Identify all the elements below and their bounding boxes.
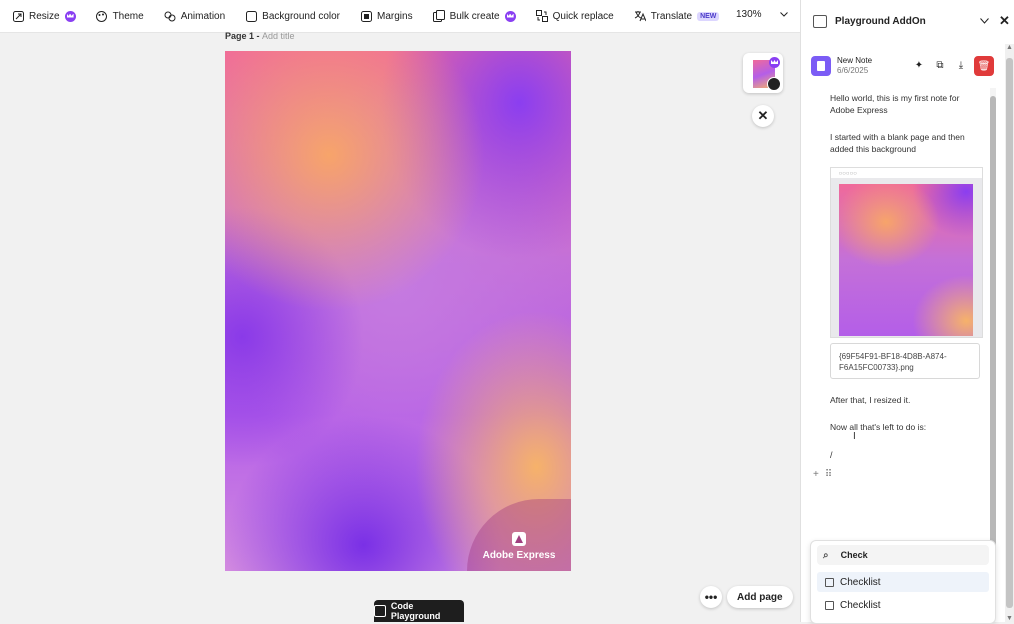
zoom-dropdown[interactable]: 130% [736,9,788,20]
panel-scrollbar[interactable]: ▲ ▼ [1005,44,1014,622]
block-controls: + ⠿ [813,469,832,480]
sparkle-icon[interactable]: ✦ [910,56,928,74]
theme-button[interactable]: Theme [96,10,144,22]
page-number: Page 1 - [225,31,263,41]
slash-command-popup: ⌕ Check Checklist Checklist [810,540,996,624]
quick-replace-button[interactable]: Quick replace [535,10,614,22]
note-paragraph[interactable]: After that, I resized it. [830,395,910,405]
command-search-input[interactable]: ⌕ Check [817,545,989,565]
bulk-create-label: Bulk create [449,10,500,22]
note-title[interactable]: New Note [837,56,872,66]
search-icon: ⌕ [823,549,829,561]
close-icon[interactable]: ✕ [752,105,774,127]
note-scrollbar-thumb[interactable] [990,96,996,566]
code-playground-label: Code Playground [390,601,441,621]
bulk-create-icon [432,10,445,22]
note-date: 6/6/2025 [837,66,869,75]
quick-replace-icon [535,10,548,22]
panel-title: Playground AddOn [835,15,926,27]
download-icon[interactable]: ⤓ [952,56,970,74]
slash-command-input[interactable]: / [830,450,833,460]
animation-icon [164,10,176,22]
chevron-down-icon [779,9,788,20]
drag-handle-icon[interactable]: ⠿ [825,469,832,480]
close-panel-icon[interactable]: ✕ [999,13,1010,29]
premium-crown-icon [504,10,516,22]
premium-crown-icon [64,10,76,22]
quick-replace-label: Quick replace [552,10,614,22]
embedded-gradient-preview [839,184,973,336]
add-block-icon[interactable]: + [813,469,819,480]
adobe-express-watermark: Adobe Express [467,499,571,571]
note-body[interactable]: Hello world, this is my first note for A… [830,93,980,171]
note-paragraph[interactable]: I started with a blank page and then add… [830,132,980,155]
add-page-button[interactable]: Add page [727,586,793,608]
background-color-label: Background color [262,10,340,22]
margins-icon [360,10,372,22]
new-badge: NEW [697,11,720,21]
add-title-link[interactable]: Add title [262,31,295,41]
checklist-icon [825,600,834,610]
translate-label: Translate [650,10,693,22]
translate-button[interactable]: Translate NEW [634,10,720,22]
resize-label: Resize [29,10,60,22]
panel-scrollbar-thumb[interactable] [1006,58,1013,608]
embedded-screenshot-image[interactable]: ▢ ▢ ▢ ▢ ▢ [830,167,983,338]
palette-icon [96,10,108,22]
page-label: Page 1 - Add title [225,31,295,41]
scroll-up-icon[interactable]: ▲ [1006,44,1013,51]
code-playground-button[interactable]: Code Playground [374,600,464,622]
note-icon [811,56,831,76]
text-cursor-icon: I [853,431,856,442]
top-toolbar: Resize Theme Animation Background color … [0,0,800,33]
theme-label: Theme [112,10,144,22]
background-badge-icon [767,77,781,91]
search-query: Check [840,550,868,560]
copy-icon[interactable]: ⧉ [931,56,949,74]
margins-label: Margins [377,10,413,22]
panel-header: Playground AddOn ✕ [813,12,1010,30]
resize-icon [12,10,24,22]
translate-icon [634,10,646,22]
option-label: Checklist [840,599,881,611]
background-color-button[interactable]: Background color [245,10,340,22]
note-scrollbar[interactable] [990,88,996,568]
margins-button[interactable]: Margins [360,10,413,22]
note-paragraph[interactable]: Now all that's left to do is: [830,422,926,432]
premium-crown-icon [769,57,780,68]
animation-label: Animation [180,10,226,22]
artboard-gradient-background[interactable]: Adobe Express [225,51,571,571]
command-option-checklist[interactable]: Checklist [817,595,989,615]
adobe-express-logo-icon [512,532,526,546]
add-page-label: Add page [737,591,783,603]
code-icon [374,605,386,617]
note-paragraph[interactable]: Hello world, this is my first note for A… [830,93,980,116]
watermark-text: Adobe Express [482,550,556,561]
addon-window-icon [813,14,827,28]
checklist-icon [825,577,834,587]
scroll-down-icon[interactable]: ▼ [1006,615,1013,622]
delete-icon[interactable]: 🗑 [974,56,994,76]
page-thumbnail[interactable] [743,53,783,93]
image-filename[interactable]: {69F54F91-BF18-4D8B-A874-F6A15FC00733}.p… [830,343,980,379]
note-header: New Note 6/6/2025 ✦ ⧉ ⤓ 🗑 [811,54,1001,78]
zoom-value: 130% [736,9,762,20]
embedded-toolbar-preview: ▢ ▢ ▢ ▢ ▢ [831,168,982,178]
command-option-checklist[interactable]: Checklist [817,572,989,592]
bulk-create-button[interactable]: Bulk create [432,10,516,22]
more-options-button[interactable]: ••• [700,586,722,608]
animation-button[interactable]: Animation [164,10,225,22]
checkbox-icon [245,10,257,22]
resize-button[interactable]: Resize [12,10,76,22]
chevron-down-icon[interactable] [980,16,989,26]
option-label: Checklist [840,576,881,588]
